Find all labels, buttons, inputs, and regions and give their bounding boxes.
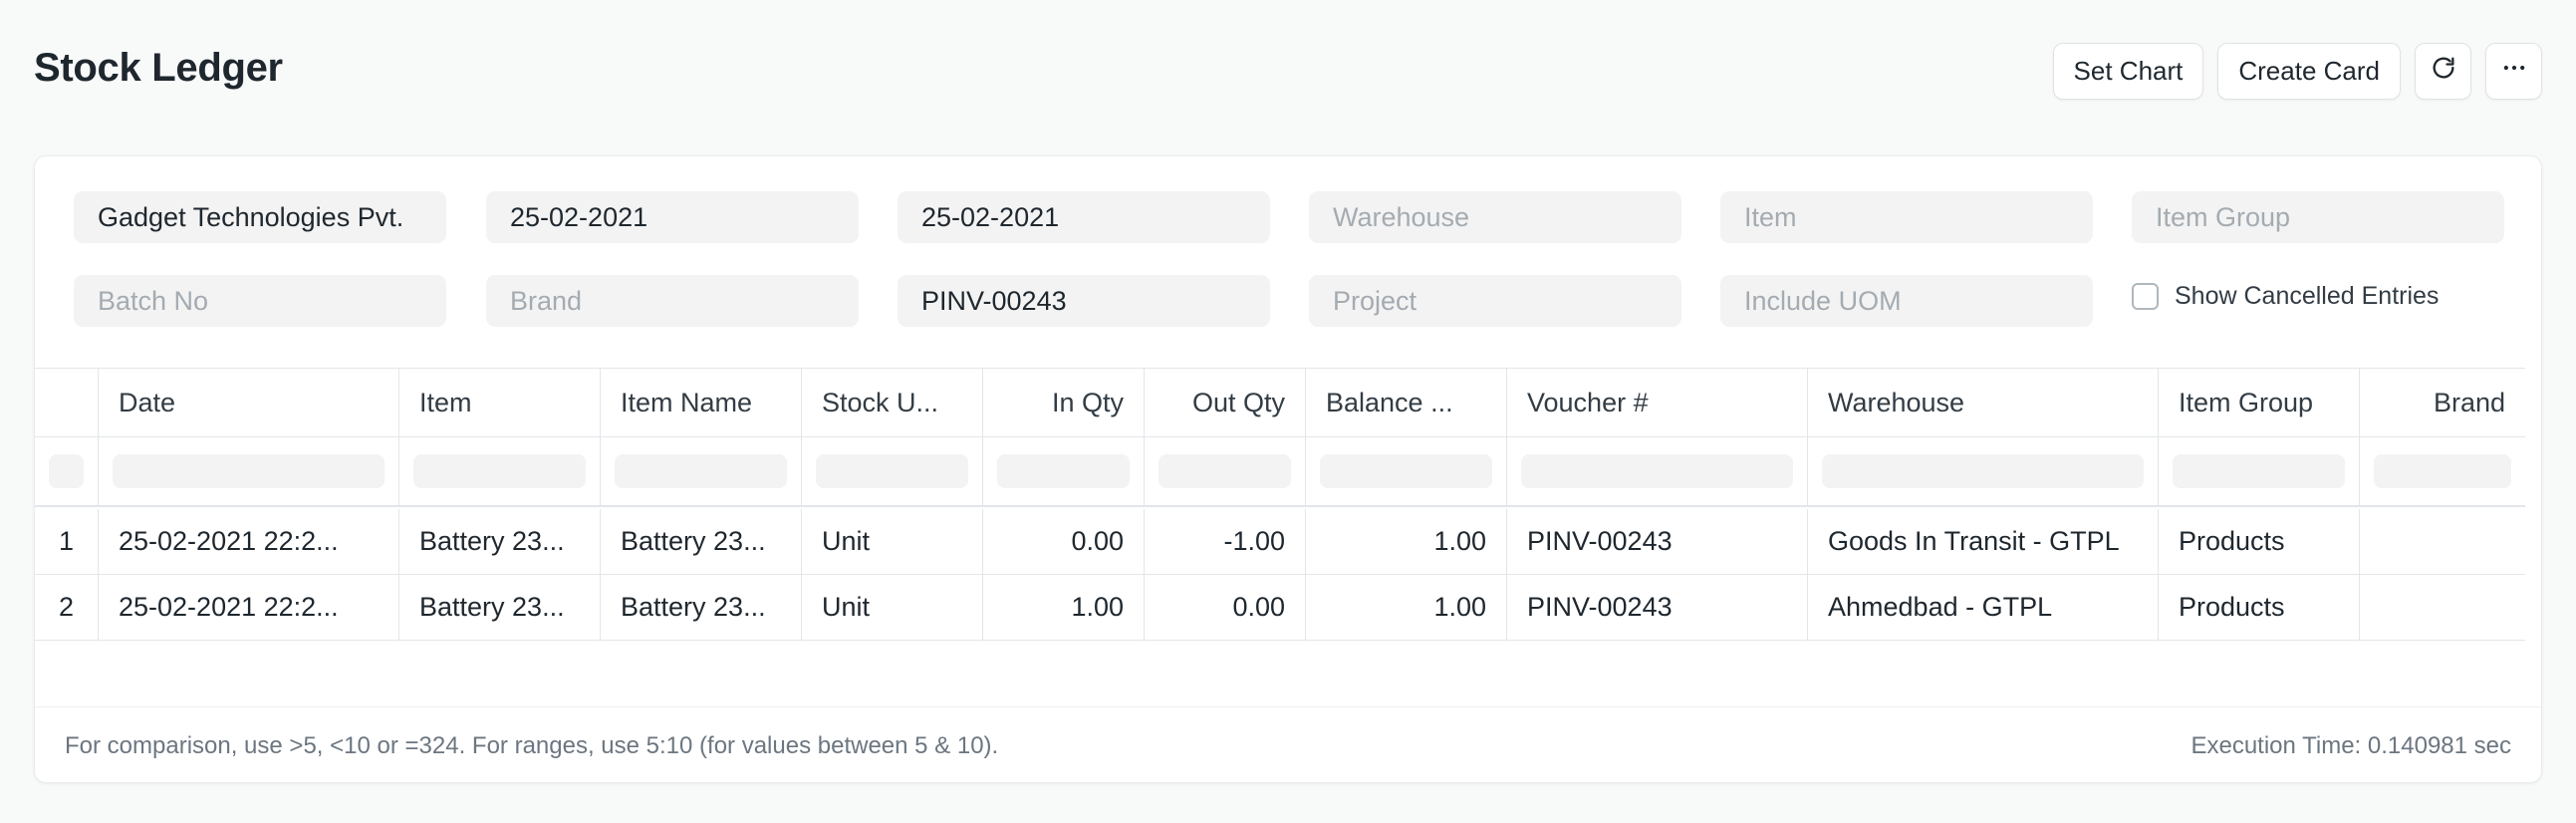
cell-out-qty[interactable]: 0.00 xyxy=(1145,575,1306,640)
batch-no-field[interactable]: Batch No xyxy=(74,275,446,327)
column-filter-index xyxy=(35,437,99,505)
cell-in-qty[interactable]: 0.00 xyxy=(983,509,1145,574)
column-filter-stock-uom xyxy=(802,437,983,505)
cell-voucher[interactable]: PINV-00243 xyxy=(1507,509,1808,574)
cell-balance[interactable]: 1.00 xyxy=(1306,509,1507,574)
cell-item-name[interactable]: Battery 23... xyxy=(601,509,802,574)
refresh-icon xyxy=(2430,54,2457,89)
filter-input-out-qty[interactable] xyxy=(1159,454,1291,488)
column-header-item[interactable]: Item xyxy=(399,369,601,436)
cell-brand[interactable] xyxy=(2360,575,2525,640)
cell-date[interactable]: 25-02-2021 22:2... xyxy=(99,509,399,574)
cell-voucher[interactable]: PINV-00243 xyxy=(1507,575,1808,640)
filter-input-item-name[interactable] xyxy=(615,454,787,488)
item-group-field[interactable]: Item Group xyxy=(2132,191,2504,243)
filter-input-voucher[interactable] xyxy=(1521,454,1793,488)
show-cancelled-checkbox[interactable] xyxy=(2132,283,2159,310)
column-filter-item xyxy=(399,437,601,505)
cell-warehouse[interactable]: Goods In Transit - GTPL xyxy=(1808,509,2159,574)
item-field[interactable]: Item xyxy=(1720,191,2093,243)
column-header-in-qty[interactable]: In Qty xyxy=(983,369,1145,436)
column-header-date[interactable]: Date xyxy=(99,369,399,436)
more-options-button[interactable] xyxy=(2485,43,2542,100)
show-cancelled-toggle[interactable]: Show Cancelled Entries xyxy=(2132,282,2439,311)
more-icon xyxy=(2500,54,2528,89)
brand-field[interactable]: Brand xyxy=(486,275,859,327)
report-footer: For comparison, use >5, <10 or =324. For… xyxy=(35,706,2541,782)
cell-item-group[interactable]: Products xyxy=(2159,509,2360,574)
filter-input-warehouse[interactable] xyxy=(1822,454,2144,488)
filter-input-brand[interactable] xyxy=(2374,454,2511,488)
column-filter-row xyxy=(35,437,2525,507)
cell-item-name[interactable]: Battery 23... xyxy=(601,575,802,640)
create-card-button[interactable]: Create Card xyxy=(2217,43,2401,100)
table-row[interactable]: 2 25-02-2021 22:2... Battery 23... Batte… xyxy=(35,575,2525,641)
column-header-warehouse[interactable]: Warehouse xyxy=(1808,369,2159,436)
column-filter-item-name xyxy=(601,437,802,505)
show-cancelled-label: Show Cancelled Entries xyxy=(2175,282,2440,310)
cell-item[interactable]: Battery 23... xyxy=(399,509,601,574)
warehouse-field[interactable]: Warehouse xyxy=(1309,191,1681,243)
cell-stock-uom[interactable]: Unit xyxy=(802,509,983,574)
filter-input-index[interactable] xyxy=(49,454,84,488)
table-header-row: Date Item Item Name Stock U... In Qty Ou… xyxy=(35,368,2525,437)
column-filter-balance xyxy=(1306,437,1507,505)
column-filter-brand xyxy=(2360,437,2525,505)
cell-item[interactable]: Battery 23... xyxy=(399,575,601,640)
filter-input-item[interactable] xyxy=(413,454,586,488)
filter-input-stock-uom[interactable] xyxy=(816,454,968,488)
column-filter-date xyxy=(99,437,399,505)
column-header-item-name[interactable]: Item Name xyxy=(601,369,802,436)
from-date-field[interactable]: 25-02-2021 xyxy=(486,191,859,243)
company-field[interactable]: Gadget Technologies Pvt. xyxy=(74,191,446,243)
to-date-field[interactable]: 25-02-2021 xyxy=(898,191,1270,243)
voucher-no-field[interactable]: PINV-00243 xyxy=(898,275,1270,327)
filter-input-balance[interactable] xyxy=(1320,454,1492,488)
filter-hint-text: For comparison, use >5, <10 or =324. For… xyxy=(65,731,999,759)
column-header-brand[interactable]: Brand xyxy=(2360,369,2525,436)
page-actions: Set Chart Create Card xyxy=(2052,43,2542,100)
filter-input-date[interactable] xyxy=(113,454,385,488)
column-header-balance[interactable]: Balance ... xyxy=(1306,369,1507,436)
row-index: 2 xyxy=(35,575,99,640)
column-header-item-group[interactable]: Item Group xyxy=(2159,369,2360,436)
include-uom-field[interactable]: Include UOM xyxy=(1720,275,2093,327)
column-filter-item-group xyxy=(2159,437,2360,505)
table-row[interactable]: 1 25-02-2021 22:2... Battery 23... Batte… xyxy=(35,509,2525,575)
column-header-stock-uom[interactable]: Stock U... xyxy=(802,369,983,436)
filter-area: Gadget Technologies Pvt. 25-02-2021 25-0… xyxy=(35,156,2541,368)
cell-out-qty[interactable]: -1.00 xyxy=(1145,509,1306,574)
cell-in-qty[interactable]: 1.00 xyxy=(983,575,1145,640)
report-card: Gadget Technologies Pvt. 25-02-2021 25-0… xyxy=(34,155,2542,783)
column-filter-in-qty xyxy=(983,437,1145,505)
column-filter-out-qty xyxy=(1145,437,1306,505)
execution-time-text: Execution Time: 0.140981 sec xyxy=(2190,731,2511,759)
column-header-voucher[interactable]: Voucher # xyxy=(1507,369,1808,436)
refresh-button[interactable] xyxy=(2415,43,2471,100)
column-filter-warehouse xyxy=(1808,437,2159,505)
cell-item-group[interactable]: Products xyxy=(2159,575,2360,640)
cell-warehouse[interactable]: Ahmedbad - GTPL xyxy=(1808,575,2159,640)
cell-balance[interactable]: 1.00 xyxy=(1306,575,1507,640)
set-chart-button[interactable]: Set Chart xyxy=(2052,43,2204,100)
column-header-index xyxy=(35,369,99,436)
filter-input-in-qty[interactable] xyxy=(997,454,1130,488)
cell-brand[interactable] xyxy=(2360,509,2525,574)
page-title: Stock Ledger xyxy=(34,46,283,90)
cell-date[interactable]: 25-02-2021 22:2... xyxy=(99,575,399,640)
cell-stock-uom[interactable]: Unit xyxy=(802,575,983,640)
filter-input-item-group[interactable] xyxy=(2173,454,2345,488)
row-index: 1 xyxy=(35,509,99,574)
column-filter-voucher xyxy=(1507,437,1808,505)
project-field[interactable]: Project xyxy=(1309,275,1681,327)
column-header-out-qty[interactable]: Out Qty xyxy=(1145,369,1306,436)
